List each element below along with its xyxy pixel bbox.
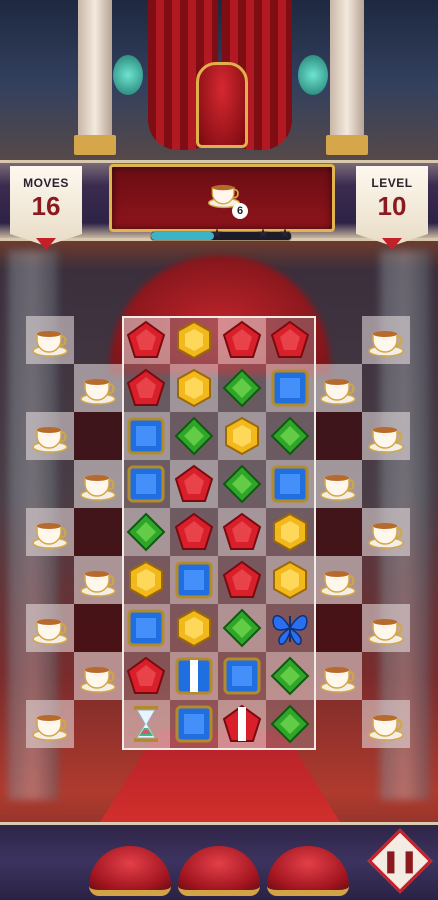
teacup-piece[interactable] <box>318 656 358 696</box>
pause-icon[interactable]: ❚❚ <box>382 844 419 878</box>
moves-counter: 16 <box>31 191 61 221</box>
teacup-piece[interactable] <box>30 608 70 648</box>
board-cell[interactable] <box>362 316 410 364</box>
board-cell <box>314 604 362 652</box>
board-cell[interactable] <box>362 604 410 652</box>
board-cell[interactable] <box>362 508 410 556</box>
teacup-piece[interactable] <box>366 608 406 648</box>
board-cell[interactable] <box>26 604 74 652</box>
level-banner: LEVEL 10 <box>356 166 428 246</box>
board-cell[interactable] <box>26 508 74 556</box>
board-cell <box>74 412 122 460</box>
teacup-piece[interactable] <box>366 320 406 360</box>
teacup-piece[interactable] <box>366 512 406 552</box>
board-cell[interactable] <box>362 700 410 748</box>
teacup-piece[interactable] <box>30 320 70 360</box>
pillar-right <box>326 0 368 155</box>
board-cell[interactable] <box>314 652 362 700</box>
board-cell[interactable] <box>314 364 362 412</box>
teacup-piece[interactable] <box>318 560 358 600</box>
board-cell <box>314 412 362 460</box>
level-label: LEVEL <box>371 176 413 190</box>
board-cell <box>74 604 122 652</box>
board-cell[interactable] <box>314 556 362 604</box>
plant-right <box>298 55 328 95</box>
plant-left <box>113 55 143 95</box>
board-cell[interactable] <box>74 364 122 412</box>
teacup-piece[interactable] <box>318 368 358 408</box>
teacup-piece[interactable] <box>78 368 118 408</box>
star-1-icon: ★ <box>210 225 224 241</box>
board-cell[interactable] <box>74 460 122 508</box>
star-3-icon: ★ <box>278 225 292 241</box>
board-cell[interactable] <box>74 652 122 700</box>
board-cell[interactable] <box>26 316 74 364</box>
board-cell[interactable] <box>74 556 122 604</box>
teacup-piece[interactable] <box>366 704 406 744</box>
teacup-piece[interactable] <box>318 464 358 504</box>
score-progress-fill <box>151 232 214 240</box>
teacup-piece[interactable] <box>30 512 70 552</box>
goal-count-badge: 6 <box>232 203 248 219</box>
board-frame <box>122 316 316 750</box>
board-cell[interactable] <box>314 460 362 508</box>
board-cell <box>314 508 362 556</box>
board-cell[interactable] <box>26 700 74 748</box>
pillar-left <box>74 0 116 155</box>
teacup-piece[interactable] <box>30 416 70 456</box>
board-cell[interactable] <box>26 412 74 460</box>
teacup-piece[interactable] <box>78 560 118 600</box>
level-number: 10 <box>377 191 407 221</box>
star-2-icon: ★ <box>256 225 270 241</box>
teacup-piece[interactable] <box>78 656 118 696</box>
moves-label: MOVES <box>23 176 69 190</box>
goal-panel: 6 <box>109 164 335 232</box>
throne <box>196 62 248 148</box>
moves-banner: MOVES 16 <box>10 166 82 246</box>
board-cell <box>74 508 122 556</box>
teacup-piece[interactable] <box>30 704 70 744</box>
board-cell[interactable] <box>362 412 410 460</box>
teacup-piece[interactable] <box>78 464 118 504</box>
teacup-piece[interactable] <box>366 416 406 456</box>
